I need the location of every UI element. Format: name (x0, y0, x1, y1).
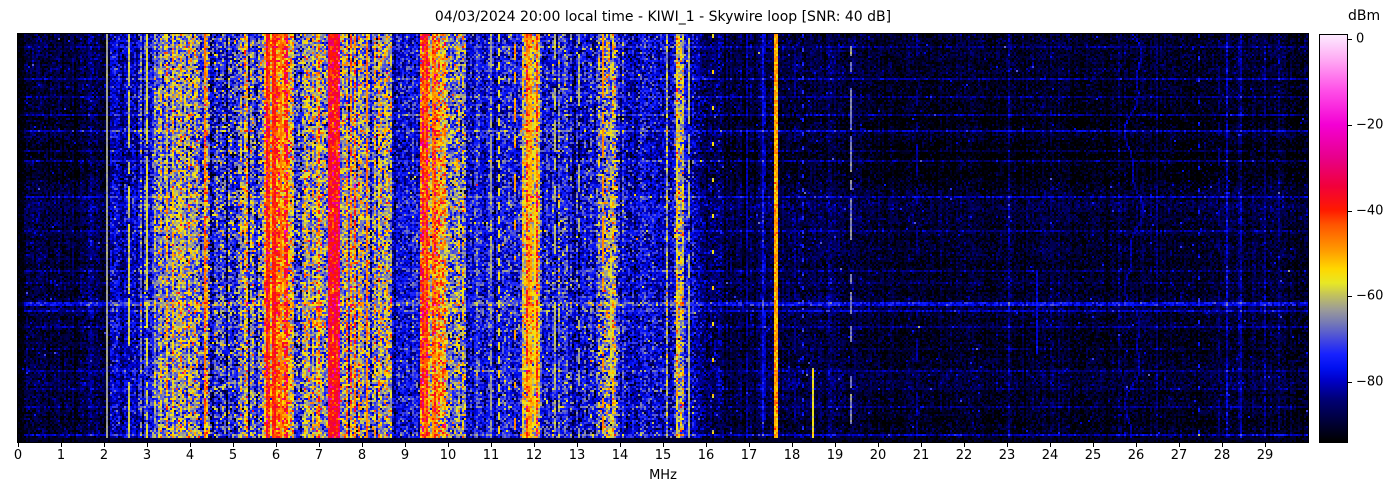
colorbar-tick (1348, 210, 1352, 212)
x-tick (1179, 443, 1180, 447)
x-tick-label: 2 (99, 448, 109, 463)
x-tick-label: 25 (1084, 448, 1102, 463)
x-axis-label: MHz (649, 468, 677, 483)
x-tick-label: 27 (1170, 448, 1188, 463)
colorbar-tick-label: −60 (1356, 288, 1384, 304)
x-tick (1007, 443, 1008, 447)
x-tick (749, 443, 750, 447)
colorbar-label: dBm (1348, 8, 1381, 24)
x-tick (18, 443, 19, 447)
x-tick-label: 18 (783, 448, 801, 463)
x-tick-label: 9 (400, 448, 410, 463)
x-tick-label: 10 (439, 448, 457, 463)
waterfall-heatmap (18, 34, 1308, 442)
x-tick (835, 443, 836, 447)
x-tick-label: 17 (740, 448, 758, 463)
x-tick-label: 4 (185, 448, 195, 463)
x-tick (362, 443, 363, 447)
x-tick (964, 443, 965, 447)
colorbar-tick-label: −20 (1356, 117, 1384, 133)
x-tick (319, 443, 320, 447)
x-tick (1222, 443, 1223, 447)
x-tick (1265, 443, 1266, 447)
x-tick-label: 3 (142, 448, 152, 463)
x-tick (276, 443, 277, 447)
spectrogram-figure: 04/03/2024 20:00 local time - KIWI_1 - S… (0, 0, 1400, 500)
colorbar-tick (1348, 39, 1352, 41)
x-tick (534, 443, 535, 447)
x-tick (104, 443, 105, 447)
x-tick-label: 12 (525, 448, 543, 463)
x-tick-label: 20 (869, 448, 887, 463)
x-tick (706, 443, 707, 447)
x-tick (405, 443, 406, 447)
x-tick (448, 443, 449, 447)
x-tick (921, 443, 922, 447)
x-tick (1050, 443, 1051, 447)
x-tick-label: 11 (482, 448, 500, 463)
x-tick-label: 1 (56, 448, 66, 463)
x-tick (792, 443, 793, 447)
x-tick (491, 443, 492, 447)
x-tick-label: 23 (998, 448, 1016, 463)
x-tick-label: 19 (826, 448, 844, 463)
x-tick (61, 443, 62, 447)
x-tick-label: 13 (568, 448, 586, 463)
x-tick-label: 28 (1213, 448, 1231, 463)
colorbar-tick-label: −80 (1356, 374, 1384, 390)
x-tick (147, 443, 148, 447)
x-tick-label: 0 (13, 448, 23, 463)
x-tick (620, 443, 621, 447)
x-tick (577, 443, 578, 447)
x-tick-label: 16 (697, 448, 715, 463)
x-tick-label: 5 (228, 448, 238, 463)
x-tick-label: 29 (1256, 448, 1274, 463)
x-tick-label: 22 (955, 448, 973, 463)
x-tick (878, 443, 879, 447)
colorbar-gradient (1320, 35, 1347, 442)
colorbar-tick-label: 0 (1356, 31, 1365, 47)
x-tick (233, 443, 234, 447)
colorbar-tick (1348, 296, 1352, 298)
x-tick-label: 7 (314, 448, 324, 463)
x-tick (1136, 443, 1137, 447)
x-tick-label: 21 (912, 448, 930, 463)
x-tick-label: 14 (611, 448, 629, 463)
x-tick (663, 443, 664, 447)
x-tick (1093, 443, 1094, 447)
x-tick-label: 24 (1041, 448, 1059, 463)
x-tick-label: 26 (1127, 448, 1145, 463)
colorbar-tick (1348, 124, 1352, 126)
x-tick-label: 6 (271, 448, 281, 463)
x-tick-label: 8 (357, 448, 367, 463)
colorbar-tick-label: −40 (1356, 203, 1384, 219)
x-tick-label: 15 (654, 448, 672, 463)
plot-title: 04/03/2024 20:00 local time - KIWI_1 - S… (434, 9, 892, 25)
colorbar-tick (1348, 382, 1352, 384)
x-tick (190, 443, 191, 447)
